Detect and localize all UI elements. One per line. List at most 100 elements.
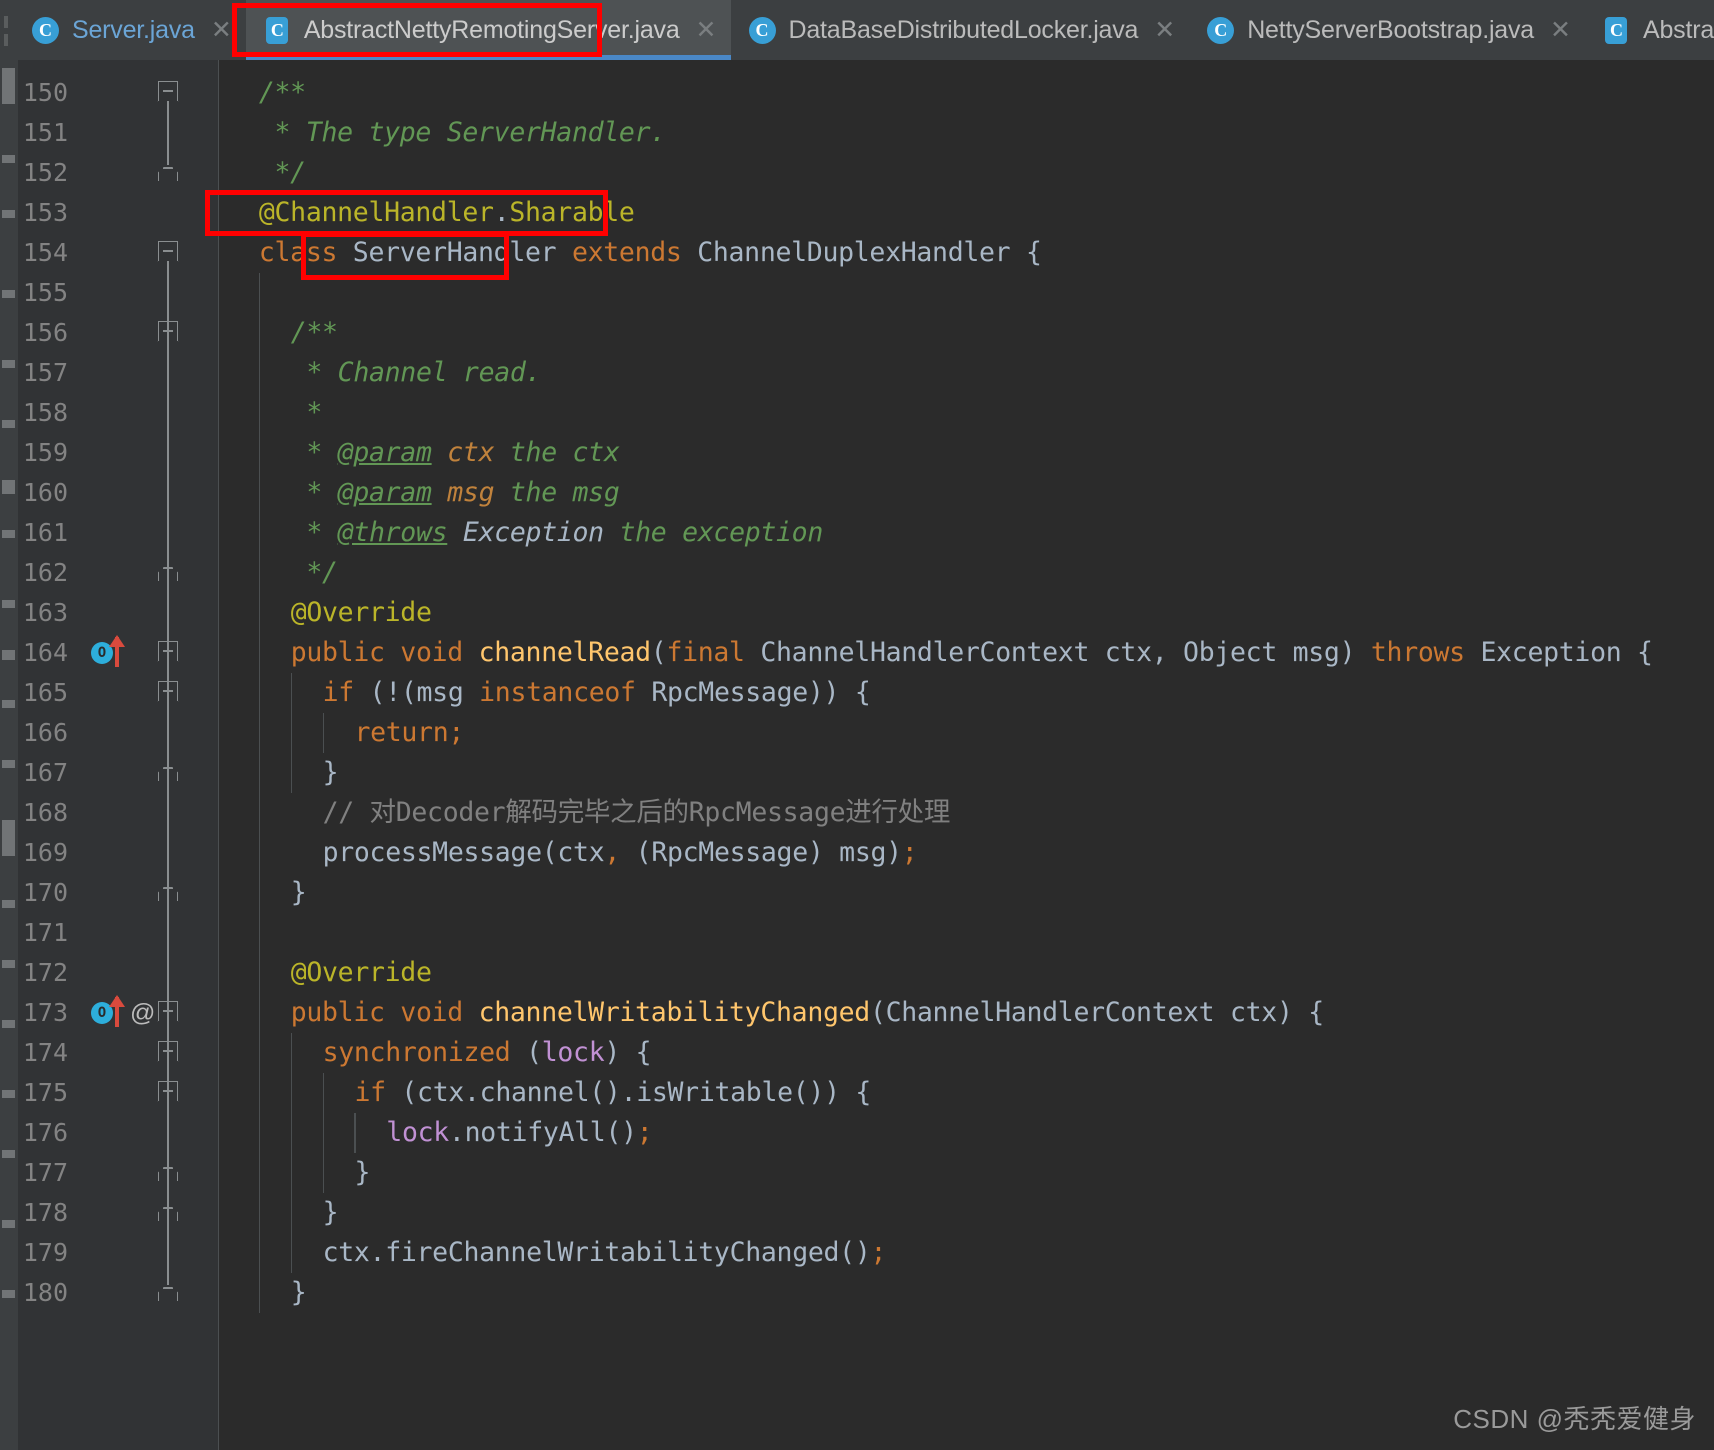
code-token: * (290, 517, 338, 548)
line-number: 165 (22, 678, 68, 707)
line-number: 163 (22, 598, 68, 627)
code-line[interactable]: /** (291, 313, 338, 353)
code-line[interactable]: * Channel read. (291, 353, 541, 393)
code-token: the exception (603, 517, 823, 548)
code-token: * The type ServerHandler. (258, 117, 667, 148)
code-token: } (290, 877, 307, 908)
code-line[interactable]: public void channelWritabilityChanged(Ch… (291, 993, 1325, 1033)
code-line[interactable]: return; (354, 713, 464, 753)
code-line[interactable]: /** (259, 73, 306, 113)
code-line[interactable]: // 对Decoder解码完毕之后的RpcMessage进行处理 (323, 793, 951, 833)
code-token: @ChannelHandler (258, 197, 494, 228)
code-line[interactable]: ctx.fireChannelWritabilityChanged(); (323, 1233, 887, 1273)
code-token: if (322, 677, 370, 708)
code-token: ; (901, 837, 918, 868)
code-token: @param (337, 437, 432, 468)
code-editor[interactable]: 150 151 152 153 154 155 156 157 158 159 160 161 162 1… (0, 60, 1714, 1450)
tab-abstractnettyremotingserver-java[interactable]: C AbstractNettyRemotingServer.java ✕ (245, 0, 731, 60)
code-fold-toggle[interactable] (158, 73, 180, 113)
line-number: 169 (22, 838, 68, 867)
close-icon[interactable]: ✕ (696, 17, 717, 43)
code-line[interactable]: } (291, 1273, 307, 1313)
code-fold-toggle[interactable] (158, 153, 180, 193)
code-token: Sharable (509, 197, 635, 228)
code-line[interactable]: if (!(msg instanceof RpcMessage)) { (323, 673, 871, 713)
code-fold-toggle[interactable] (158, 1193, 180, 1233)
code-token: msg (431, 477, 495, 508)
annotation-marker-icon[interactable]: @ (130, 1001, 155, 1026)
line-number: 153 (22, 198, 68, 227)
close-icon[interactable]: ✕ (1550, 17, 1571, 43)
code-token: // 对Decoder解码完毕之后的RpcMessage进行处理 (322, 797, 951, 828)
line-number: 160 (22, 478, 68, 507)
code-line[interactable]: */ (259, 153, 307, 193)
code-fold-toggle[interactable] (158, 633, 180, 673)
code-line[interactable]: * @throws Exception the exception (291, 513, 823, 553)
code-token: /** (258, 77, 306, 108)
code-line[interactable]: * @param ctx the ctx (291, 433, 619, 473)
code-fold-toggle[interactable] (158, 1073, 180, 1113)
code-fold-toggle[interactable] (158, 1273, 180, 1313)
tab-server-java[interactable]: C Server.java ✕ (14, 0, 246, 60)
editor-gutter[interactable]: 150 151 152 153 154 155 156 157 158 159 160 161 162 1… (18, 60, 219, 1450)
code-fold-connector (167, 661, 169, 885)
code-fold-connector (167, 1101, 169, 1165)
tab-databasedistributedlocker-java[interactable]: C DataBaseDistributedLocker.java ✕ (730, 0, 1190, 60)
override-method-marker-icon[interactable]: O @ (88, 993, 155, 1033)
code-line[interactable]: public void channelRead(final ChannelHan… (291, 633, 1653, 673)
code-line[interactable]: } (323, 1193, 339, 1233)
code-fold-toggle[interactable] (158, 753, 180, 793)
code-token: */ (290, 557, 338, 588)
code-token: } (290, 1277, 307, 1308)
code-fold-toggle[interactable] (158, 1153, 180, 1193)
code-token: return (354, 717, 449, 748)
line-number: 170 (22, 878, 68, 907)
code-line[interactable]: } (291, 873, 307, 913)
code-line[interactable]: @Override (291, 593, 432, 633)
code-line[interactable]: */ (291, 553, 338, 593)
code-line[interactable]: @ChannelHandler.Sharable (259, 193, 635, 233)
code-token: extends (571, 237, 698, 268)
tab-nettyserverbootstrap-java[interactable]: C NettyServerBootstrap.java ✕ (1189, 0, 1585, 60)
code-token: ctx.fireChannelWritabilityChanged() (322, 1237, 871, 1268)
code-fold-toggle[interactable] (158, 673, 180, 713)
code-fold-toggle[interactable] (158, 233, 180, 273)
code-fold-toggle[interactable] (158, 993, 180, 1033)
line-number: 171 (22, 918, 68, 947)
code-content[interactable]: /** * The type ServerHandler. */ @Channel… (219, 60, 1714, 1450)
code-token: synchronized (322, 1037, 527, 1068)
tab-label: Server.java (72, 15, 195, 44)
code-line[interactable]: synchronized (lock) { (323, 1033, 652, 1073)
code-token: /** (290, 317, 338, 348)
code-line[interactable]: if (ctx.channel().isWritable()) { (354, 1073, 871, 1113)
code-line[interactable]: processMessage(ctx, (RpcMessage) msg); (323, 833, 918, 873)
line-number: 166 (22, 718, 68, 747)
line-number: 167 (22, 758, 68, 787)
code-fold-toggle[interactable] (158, 1033, 180, 1073)
override-method-marker-icon[interactable]: O (88, 633, 148, 673)
java-class-icon: C (748, 16, 776, 44)
code-fold-toggle[interactable] (158, 553, 180, 593)
code-line[interactable]: * The type ServerHandler. (258, 113, 667, 153)
code-line[interactable]: @Override (291, 953, 432, 993)
tab-bar-left-handle[interactable] (0, 0, 14, 60)
tab-abstractnettyrem-java[interactable]: C AbstractNettyRem (1584, 0, 1714, 60)
close-icon[interactable]: ✕ (211, 17, 232, 43)
code-line[interactable]: * (291, 393, 322, 433)
code-line[interactable]: class ServerHandler extends ChannelDuple… (259, 233, 1042, 273)
code-line[interactable]: * @param msg the msg (290, 473, 619, 513)
indent-guide (354, 1113, 356, 1153)
line-number: 164 (22, 638, 68, 667)
line-number: 176 (22, 1118, 68, 1147)
code-token: * (290, 477, 338, 508)
code-fold-toggle[interactable] (158, 313, 180, 353)
code-token: lock (386, 1117, 449, 1148)
code-line[interactable]: } (323, 753, 339, 793)
code-token: ServerHandler (352, 237, 572, 268)
code-token: * Channel read. (290, 357, 542, 388)
java-class-icon: C (264, 16, 291, 44)
close-icon[interactable]: ✕ (1154, 17, 1175, 43)
code-line[interactable]: } (354, 1153, 370, 1193)
code-line[interactable]: lock.notifyAll(); (386, 1113, 652, 1153)
code-fold-toggle[interactable] (158, 873, 180, 913)
